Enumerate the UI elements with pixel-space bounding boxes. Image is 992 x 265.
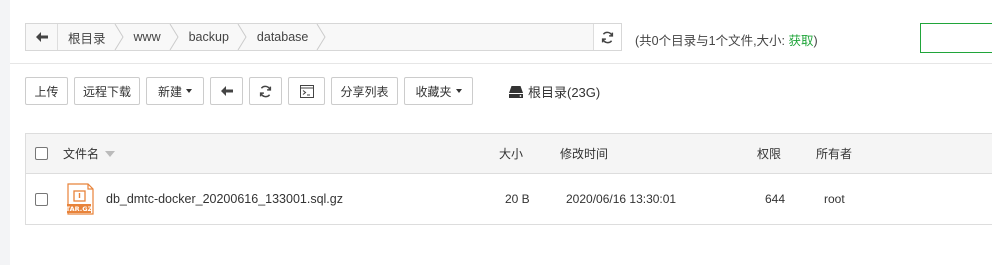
favorites-dropdown-button[interactable]: 收藏夹 bbox=[404, 77, 473, 105]
breadcrumb-backup[interactable]: backup bbox=[179, 24, 237, 50]
breadcrumb-separator-icon bbox=[114, 24, 124, 50]
divider bbox=[10, 63, 992, 64]
path-bar: 根目录 www backup database bbox=[25, 23, 622, 51]
share-list-label: 分享列表 bbox=[340, 84, 389, 99]
breadcrumb: 根目录 www backup database bbox=[58, 24, 593, 50]
header-size[interactable]: 大小 bbox=[499, 134, 523, 173]
breadcrumb-separator-icon bbox=[169, 24, 179, 50]
back-button[interactable] bbox=[26, 24, 58, 50]
upload-button[interactable]: 上传 bbox=[25, 77, 68, 105]
tar-gz-file-icon: TAR.GZ bbox=[66, 183, 94, 215]
file-mtime: 2020/06/16 13:30:01 bbox=[566, 192, 677, 206]
header-name-label: 文件名 bbox=[63, 147, 100, 161]
disk-label: 根目录(23G) bbox=[528, 85, 601, 100]
row-checkbox-cell bbox=[35, 174, 48, 224]
breadcrumb-database[interactable]: database bbox=[247, 24, 316, 50]
file-size: 20 B bbox=[505, 192, 530, 206]
header-mtime[interactable]: 修改时间 bbox=[560, 134, 608, 173]
terminal-button[interactable] bbox=[288, 77, 325, 105]
refresh-icon bbox=[259, 85, 272, 97]
new-dropdown-button[interactable]: 新建 bbox=[146, 77, 204, 105]
tar-gz-icon-label: TAR.GZ bbox=[66, 205, 93, 213]
refresh-icon bbox=[601, 31, 614, 43]
header-owner[interactable]: 所有者 bbox=[816, 134, 852, 173]
terminal-icon bbox=[299, 84, 314, 98]
sort-desc-icon bbox=[105, 150, 116, 157]
favorites-label: 收藏夹 bbox=[415, 84, 452, 99]
caret-down-icon bbox=[455, 89, 462, 93]
remote-download-label: 远程下载 bbox=[82, 84, 131, 99]
arrow-left-icon bbox=[35, 32, 48, 42]
file-icon-cell: TAR.GZ bbox=[66, 174, 94, 224]
search-input[interactable] bbox=[920, 23, 992, 53]
file-manager-panel: 根目录 www backup database (共0个目录与1个文件,大小: … bbox=[10, 0, 992, 265]
upload-button-label: 上传 bbox=[34, 84, 59, 99]
caret-down-icon bbox=[186, 89, 192, 93]
back-toolbar-button[interactable] bbox=[210, 77, 243, 105]
select-all-cell bbox=[35, 134, 48, 173]
toolbar: 上传 远程下载 新建 分享列表 收藏夹 bbox=[25, 77, 479, 105]
new-label: 新建 bbox=[157, 84, 182, 99]
get-size-link[interactable]: 获取 bbox=[789, 34, 814, 48]
breadcrumb-separator-icon bbox=[237, 24, 247, 50]
disk-selector[interactable]: 根目录(23G) bbox=[509, 82, 600, 101]
hard-drive-icon bbox=[509, 85, 523, 98]
file-permission[interactable]: 644 bbox=[765, 174, 785, 224]
share-list-button[interactable]: 分享列表 bbox=[331, 77, 398, 105]
file-owner[interactable]: root bbox=[824, 174, 845, 224]
breadcrumb-www[interactable]: www bbox=[124, 24, 169, 50]
directory-stats: (共0个目录与1个文件,大小: 获取) bbox=[635, 30, 818, 49]
arrow-left-icon bbox=[220, 86, 233, 96]
path-refresh-button[interactable] bbox=[593, 24, 621, 50]
stats-suffix: ) bbox=[813, 34, 818, 48]
breadcrumb-separator-icon bbox=[316, 24, 326, 50]
header-name[interactable]: 文件名 bbox=[63, 134, 116, 173]
stats-prefix: (共0个目录与1个文件,大小: bbox=[635, 34, 789, 48]
table-header: 文件名 大小 修改时间 权限 所有者 bbox=[26, 134, 992, 174]
remote-download-button[interactable]: 远程下载 bbox=[74, 77, 140, 105]
refresh-toolbar-button[interactable] bbox=[249, 77, 282, 105]
header-permission[interactable]: 权限 bbox=[757, 134, 781, 173]
table-row[interactable]: TAR.GZ db_dmtc-docker_20200616_133001.sq… bbox=[26, 174, 992, 224]
file-table: 文件名 大小 修改时间 权限 所有者 TAR.GZ db_dmtc-docker… bbox=[25, 133, 992, 225]
breadcrumb-root[interactable]: 根目录 bbox=[58, 24, 114, 50]
file-name-link[interactable]: db_dmtc-docker_20200616_133001.sql.gz bbox=[106, 174, 343, 224]
row-checkbox[interactable] bbox=[35, 192, 48, 206]
select-all-checkbox[interactable] bbox=[35, 147, 48, 160]
